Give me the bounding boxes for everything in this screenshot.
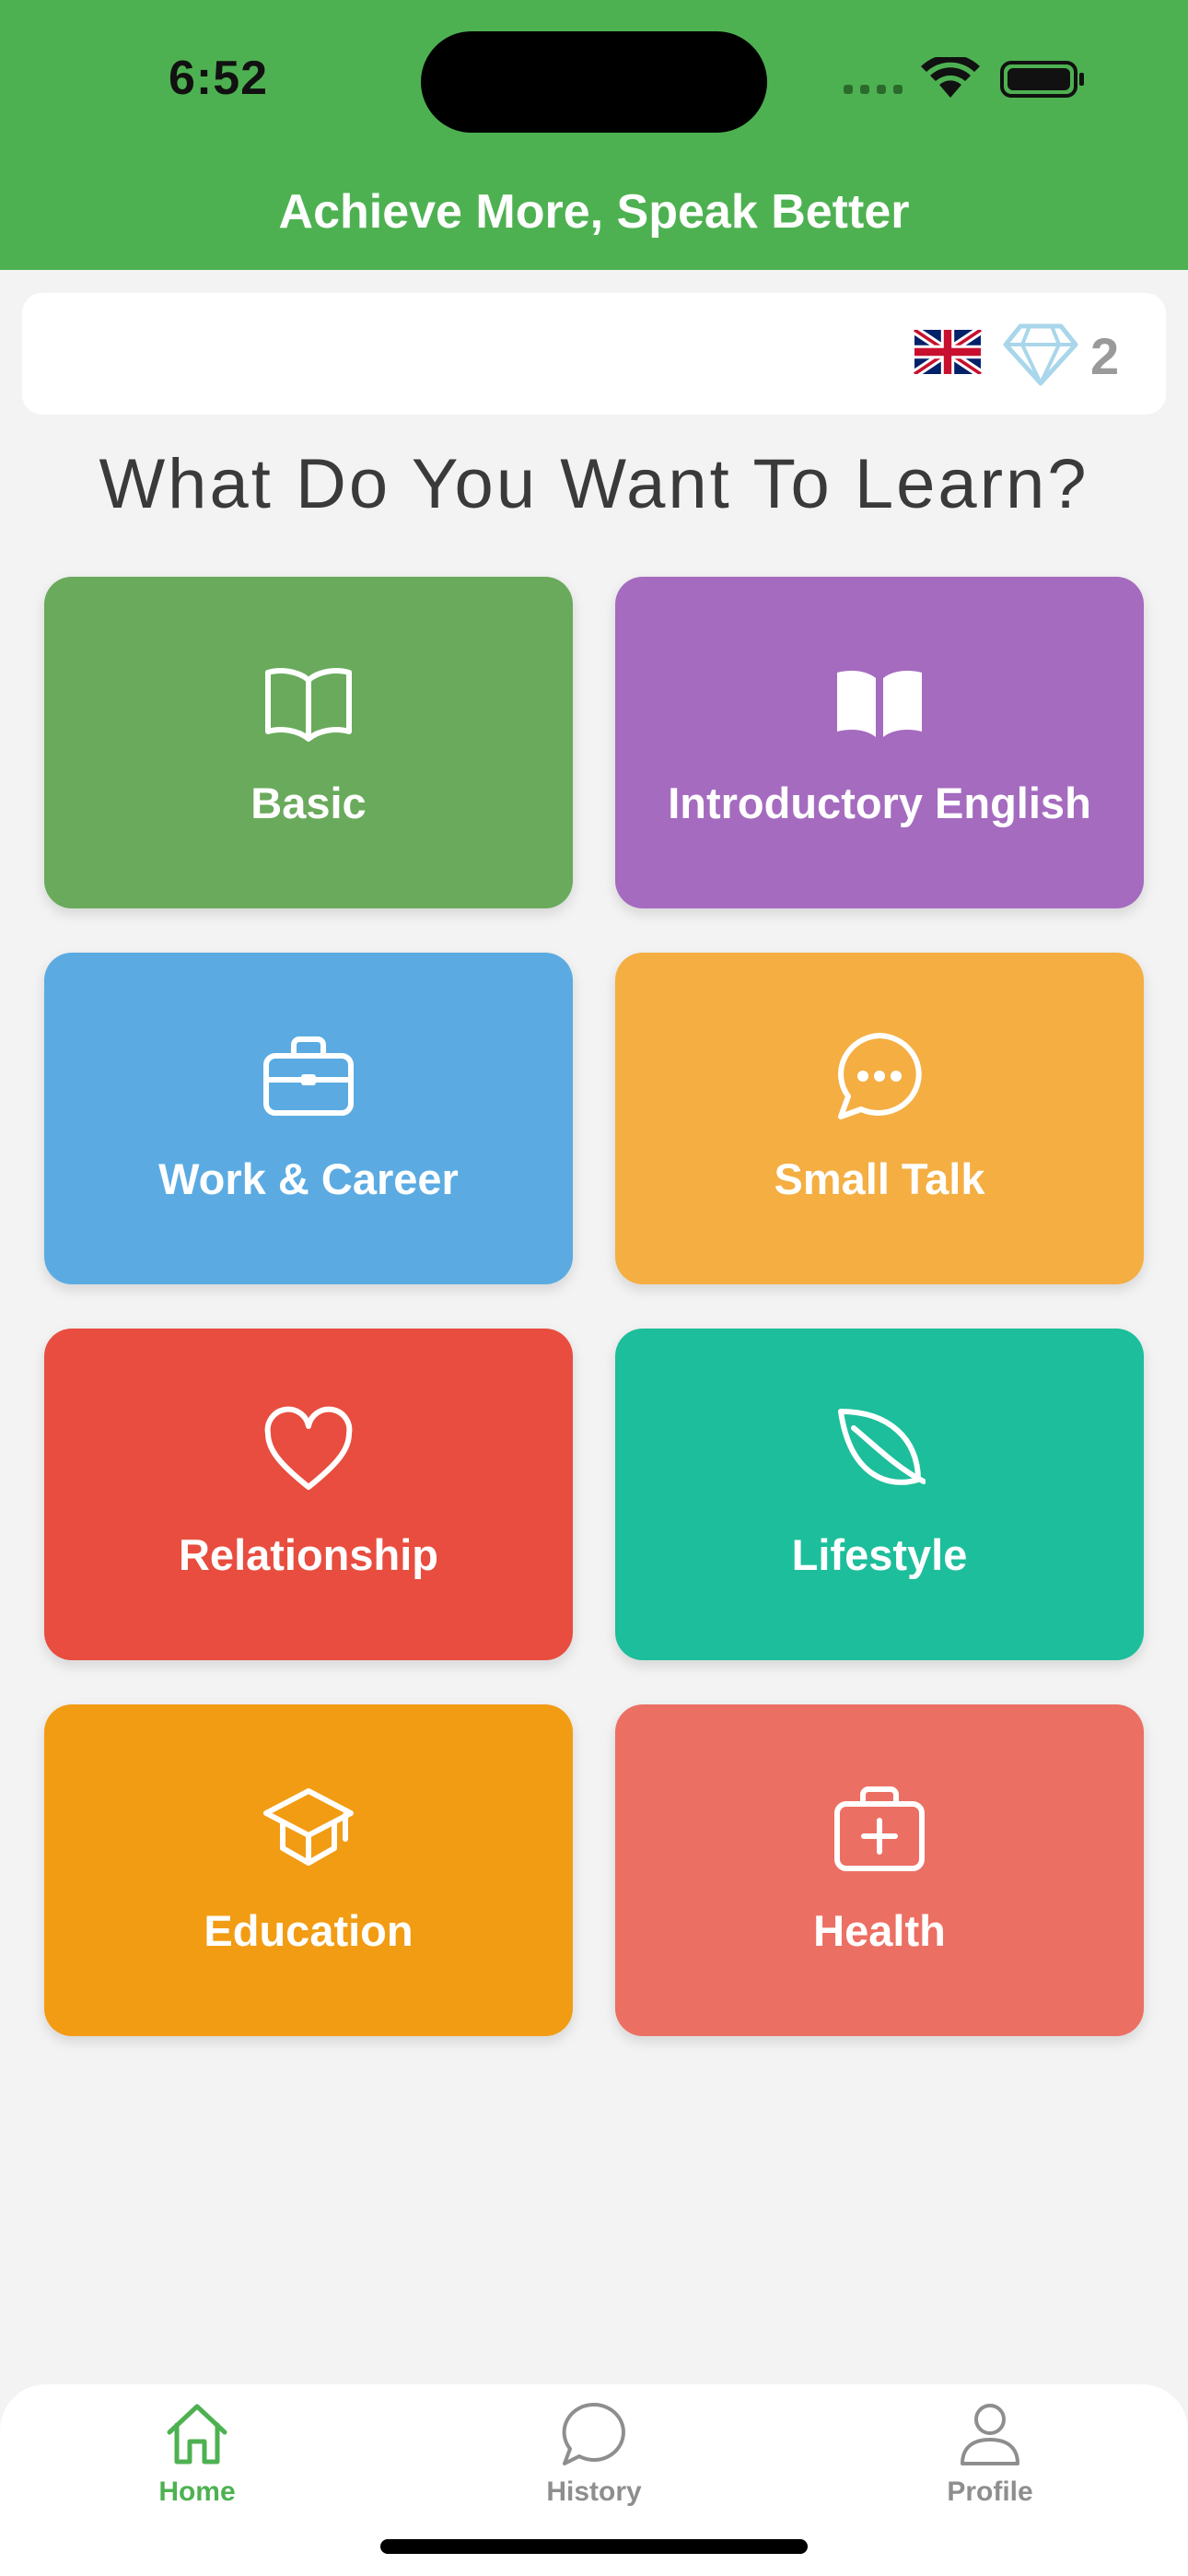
leaf-icon — [838, 1409, 926, 1485]
wifi-icon — [921, 57, 980, 98]
category-basic[interactable]: Basic — [44, 577, 573, 908]
app-title: Achieve More, Speak Better — [278, 185, 910, 239]
chat-bubble-icon — [838, 1033, 922, 1119]
nav-label-profile: Profile — [947, 2476, 1033, 2507]
category-label: Basic — [250, 779, 367, 827]
page-heading: What Do You Want To Learn? — [99, 445, 1089, 523]
category-label: Education — [204, 1906, 413, 1955]
nav-history[interactable]: History — [502, 2399, 686, 2508]
medical-kit-icon — [834, 1786, 925, 1871]
heart-icon — [264, 1406, 353, 1490]
category-lifestyle[interactable]: Lifestyle — [615, 1329, 1144, 1660]
status-time: 6:52 — [169, 52, 269, 105]
graduation-cap-icon — [263, 1788, 354, 1866]
category-work-career[interactable]: Work & Career — [44, 953, 573, 1284]
category-small-talk[interactable]: Small Talk — [615, 953, 1144, 1284]
nav-label-home: Home — [158, 2476, 236, 2507]
battery-icon — [1000, 61, 1084, 98]
diamond-icon — [1003, 323, 1078, 386]
nav-home[interactable]: Home — [105, 2399, 289, 2508]
nav-label-history: History — [546, 2476, 642, 2507]
home-icon — [167, 2404, 227, 2465]
category-health[interactable]: Health — [615, 1704, 1144, 2036]
uk-flag-icon[interactable] — [914, 330, 982, 374]
header-bar: 6:52 Achieve More, Speak Better — [0, 0, 1188, 270]
home-indicator — [380, 2539, 808, 2554]
briefcase-icon — [263, 1036, 354, 1116]
status-icons — [844, 57, 1084, 98]
category-education[interactable]: Education — [44, 1704, 573, 2036]
gem-count: 2 — [1090, 327, 1120, 385]
category-label: Work & Career — [158, 1154, 459, 1203]
chat-bubble-icon — [562, 2402, 625, 2465]
category-label: Small Talk — [774, 1154, 985, 1203]
top-info-card — [22, 293, 1166, 415]
category-relationship[interactable]: Relationship — [44, 1329, 573, 1660]
category-label: Lifestyle — [791, 1530, 968, 1579]
person-icon — [961, 2404, 1019, 2465]
app-screen: 6:52 Achieve More, Speak Better 2 What D… — [0, 0, 1188, 2576]
category-label: Introductory English — [668, 779, 1091, 827]
nav-profile[interactable]: Profile — [898, 2399, 1082, 2508]
open-book-outline-icon — [265, 668, 352, 742]
category-label: Health — [813, 1906, 946, 1955]
category-introductory-english[interactable]: Introductory English — [615, 577, 1144, 908]
cellular-signal-icon — [844, 85, 903, 94]
open-book-filled-icon — [837, 671, 922, 737]
dynamic-island — [421, 31, 767, 133]
category-label: Relationship — [178, 1530, 439, 1579]
